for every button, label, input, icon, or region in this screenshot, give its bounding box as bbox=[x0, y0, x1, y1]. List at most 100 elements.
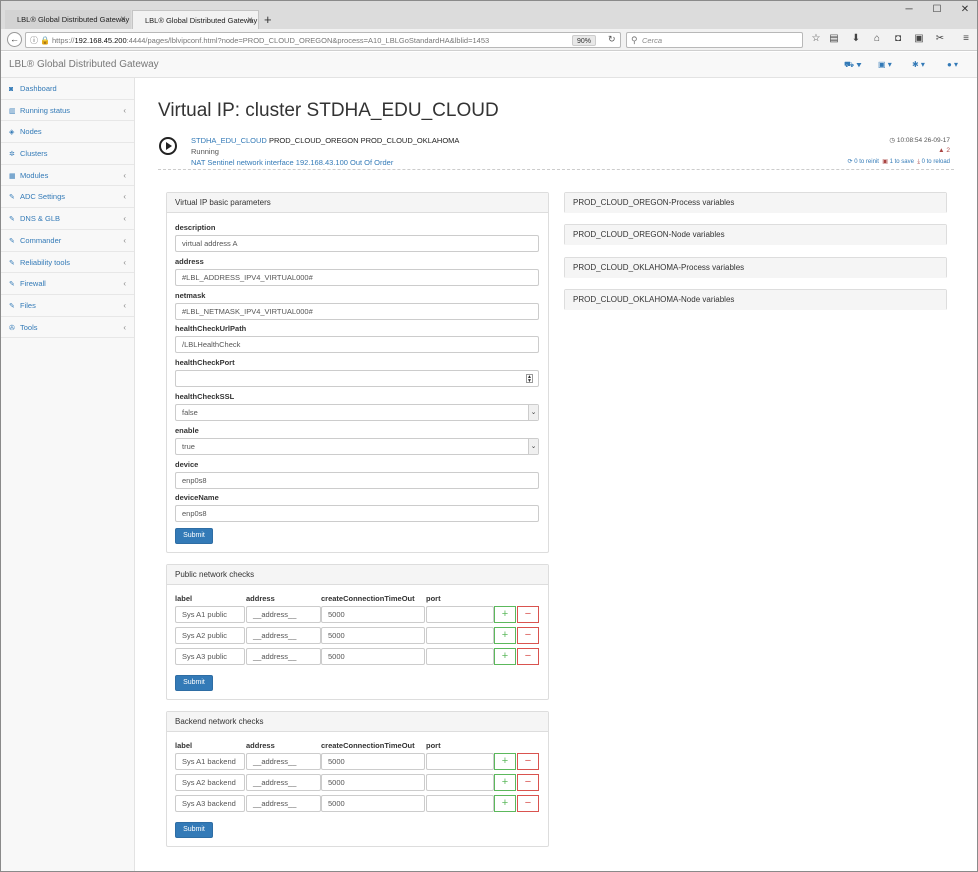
to-reload-link[interactable]: 0 to reload bbox=[922, 159, 950, 165]
timeout-input[interactable]: 5000 bbox=[321, 648, 425, 665]
new-tab-button[interactable]: + bbox=[264, 10, 272, 29]
maximize-window-icon[interactable]: ☐ bbox=[927, 4, 947, 15]
cluster-link[interactable]: STDHA_EDU_CLOUD bbox=[191, 136, 267, 145]
save-menu-icon[interactable]: ▣ ▾ bbox=[878, 60, 892, 69]
extension-icon[interactable]: ✂ bbox=[933, 33, 947, 44]
label-input[interactable]: Sys A3 public bbox=[175, 648, 245, 665]
remove-row-button[interactable]: − bbox=[517, 606, 539, 623]
chevron-down-icon[interactable]: ⌄ bbox=[528, 405, 538, 420]
close-tab-icon[interactable]: × bbox=[247, 11, 253, 30]
add-row-button[interactable]: + bbox=[494, 648, 516, 665]
tasks-menu-icon[interactable]: ⛟ ▾ bbox=[844, 60, 862, 70]
sidebar-item[interactable]: ◙ Dashboard bbox=[1, 78, 134, 100]
warnings-count[interactable]: ▲ 2 bbox=[938, 147, 950, 154]
port-input[interactable] bbox=[426, 795, 494, 812]
stepper-arrows-icon[interactable]: ▲ ▼ bbox=[526, 374, 533, 384]
port-input[interactable] bbox=[426, 774, 494, 791]
device-field[interactable]: enp0s8 bbox=[175, 471, 539, 489]
timeout-input[interactable]: 5000 bbox=[321, 627, 425, 644]
oregon-node-variables-panel[interactable]: PROD_CLOUD_OREGON-Node variables bbox=[564, 224, 947, 245]
oklahoma-process-variables-panel[interactable]: PROD_CLOUD_OKLAHOMA-Process variables bbox=[564, 257, 947, 278]
add-row-button[interactable]: + bbox=[494, 627, 516, 644]
close-window-icon[interactable]: ✕ bbox=[955, 4, 975, 15]
netmask-field[interactable]: #LBL_NETMASK_IPV4_VIRTUAL000# bbox=[175, 302, 539, 320]
sidebar-item[interactable]: ◈ Nodes bbox=[1, 121, 134, 144]
description-field[interactable]: virtual address A bbox=[175, 235, 539, 252]
clipboard-icon[interactable]: ▤ bbox=[827, 33, 841, 44]
healthCheckSSL-field[interactable]: false ⌄ bbox=[175, 404, 539, 421]
port-input[interactable] bbox=[426, 627, 494, 644]
add-row-button[interactable]: + bbox=[494, 753, 516, 770]
label-input[interactable]: Sys A1 backend bbox=[175, 753, 245, 770]
sidebar-item[interactable]: ✎ Reliability tools ‹ bbox=[1, 252, 134, 274]
close-tab-icon[interactable]: × bbox=[120, 10, 126, 29]
browser-tab-active[interactable]: LBL® Global Distributed Gateway × bbox=[132, 10, 259, 29]
sidebar-item[interactable]: ▦ Modules ‹ bbox=[1, 165, 134, 187]
sidebar-item[interactable]: ✎ Firewall ‹ bbox=[1, 273, 134, 295]
add-row-button[interactable]: + bbox=[494, 774, 516, 791]
remove-row-button[interactable]: − bbox=[517, 627, 539, 644]
timeout-input[interactable]: 5000 bbox=[321, 606, 425, 623]
remove-row-button[interactable]: − bbox=[517, 753, 539, 770]
healthCheckUrlPath-field[interactable]: /LBLHealthCheck bbox=[175, 336, 539, 354]
browser-tab[interactable]: LBL® Global Distributed Gateway × bbox=[5, 10, 131, 29]
settings-menu-icon[interactable]: ✱ ▾ bbox=[912, 60, 925, 69]
minimize-window-icon[interactable]: ─ bbox=[899, 4, 919, 15]
timeout-input[interactable]: 5000 bbox=[321, 774, 425, 791]
address-input[interactable]: __address__ bbox=[246, 795, 321, 812]
deviceName-field[interactable]: enp0s8 bbox=[175, 505, 539, 523]
sidebar-item[interactable]: ▥ Running status ‹ bbox=[1, 100, 134, 122]
sidebar-item[interactable]: ✇ Tools ‹ bbox=[1, 317, 134, 339]
address-input[interactable]: __address__ bbox=[246, 753, 321, 770]
oregon-process-variables-panel[interactable]: PROD_CLOUD_OREGON-Process variables bbox=[564, 192, 947, 213]
to-save-link[interactable]: 1 to save bbox=[890, 159, 914, 165]
download-icon[interactable]: ⬇ bbox=[849, 33, 863, 44]
bookmark-star-icon[interactable]: ☆ bbox=[809, 33, 823, 44]
healthCheckPort-field[interactable]: ▲ ▼ bbox=[175, 370, 539, 388]
address-input[interactable]: __address__ bbox=[246, 606, 321, 623]
address-field[interactable]: #LBL_ADDRESS_IPV4_VIRTUAL000# bbox=[175, 268, 539, 286]
sidebar-item[interactable]: ✎ DNS & GLB ‹ bbox=[1, 208, 134, 230]
site-info-icon[interactable]: ⓘ 🔒 bbox=[30, 35, 50, 46]
port-input[interactable] bbox=[426, 606, 494, 623]
sidebar-item[interactable]: ✎ Commander ‹ bbox=[1, 230, 134, 252]
sidebar-item[interactable]: ✎ ADC Settings ‹ bbox=[1, 186, 134, 209]
to-reinit-link[interactable]: 0 to reinit bbox=[854, 159, 879, 165]
menu-icon[interactable]: ≡ bbox=[959, 33, 973, 44]
label-input[interactable]: Sys A2 public bbox=[175, 627, 245, 644]
label-input[interactable]: Sys A1 public bbox=[175, 606, 245, 623]
timeout-input[interactable]: 5000 bbox=[321, 795, 425, 812]
screenshot-icon[interactable]: ▣ bbox=[912, 33, 926, 44]
search-input[interactable]: ⚲ Cerca bbox=[626, 32, 803, 48]
label-input[interactable]: Sys A3 backend bbox=[175, 795, 245, 812]
port-input[interactable] bbox=[426, 753, 494, 770]
submit-button[interactable]: Submit bbox=[175, 528, 213, 544]
address-input[interactable]: __address__ bbox=[246, 648, 321, 665]
submit-button[interactable]: Submit bbox=[175, 822, 213, 838]
enable-field[interactable]: true ⌄ bbox=[175, 437, 539, 455]
chevron-down-icon[interactable]: ⌄ bbox=[528, 438, 538, 454]
sidebar-item[interactable]: ✲ Clusters bbox=[1, 143, 134, 165]
address-input[interactable]: __address__ bbox=[246, 774, 321, 791]
remove-row-button[interactable]: − bbox=[517, 795, 539, 812]
user-menu-icon[interactable]: ● ▾ bbox=[947, 60, 958, 69]
address-input[interactable]: __address__ bbox=[246, 627, 321, 644]
timeout-input[interactable]: 5000 bbox=[321, 753, 425, 770]
brand-title[interactable]: LBL® Global Distributed Gateway bbox=[9, 59, 159, 70]
remove-row-button[interactable]: − bbox=[517, 648, 539, 665]
back-button[interactable]: ← bbox=[7, 32, 22, 47]
port-input[interactable] bbox=[426, 648, 494, 665]
pocket-icon[interactable]: ◘ bbox=[891, 33, 905, 44]
add-row-button[interactable]: + bbox=[494, 795, 516, 812]
remove-row-button[interactable]: − bbox=[517, 774, 539, 791]
home-icon[interactable]: ⌂ bbox=[870, 33, 884, 44]
url-bar[interactable]: ⓘ 🔒 https://192.168.45.200:4444/pages/lb… bbox=[25, 32, 621, 48]
label-input[interactable]: Sys A2 backend bbox=[175, 774, 245, 791]
reload-icon[interactable]: ↻ bbox=[608, 34, 616, 45]
add-row-button[interactable]: + bbox=[494, 606, 516, 623]
field-label: healthCheckUrlPath bbox=[175, 324, 247, 334]
submit-button[interactable]: Submit bbox=[175, 675, 213, 691]
zoom-level[interactable]: 90% bbox=[572, 35, 597, 46]
sidebar-item[interactable]: ✎ Files ‹ bbox=[1, 295, 134, 317]
oklahoma-node-variables-panel[interactable]: PROD_CLOUD_OKLAHOMA-Node variables bbox=[564, 289, 947, 310]
